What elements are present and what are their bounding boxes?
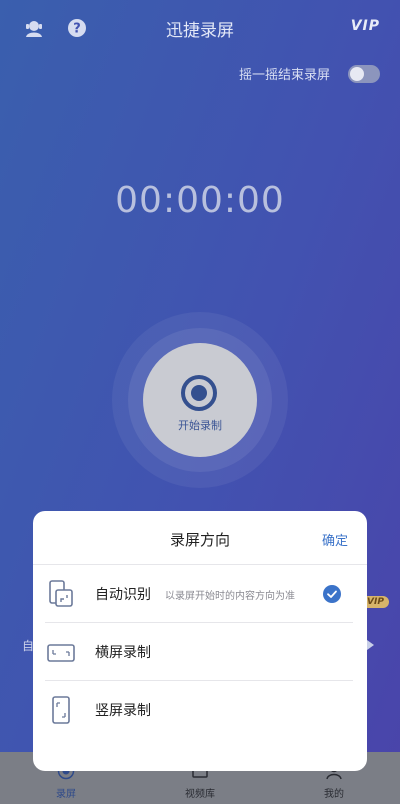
toggle-knob: [350, 66, 364, 81]
chevron-right-icon: [367, 640, 374, 650]
option-label: 横屏录制: [95, 645, 151, 661]
landscape-icon: [47, 637, 75, 667]
option-portrait[interactable]: 竖屏录制: [33, 681, 367, 739]
nav-label-profile: 我的: [324, 789, 344, 800]
vip-button[interactable]: VIP: [351, 18, 380, 34]
nav-label-video-library: 视频库: [185, 789, 215, 800]
option-label: 自动识别: [95, 587, 151, 603]
check-icon: [323, 585, 341, 603]
start-record-label: 开始录制: [178, 419, 222, 432]
option-label: 竖屏录制: [95, 703, 151, 719]
top-bar: ? 迅捷录屏 VIP: [0, 0, 400, 56]
option-auto-detect[interactable]: 自动识别 以录屏开始时的内容方向为准: [33, 565, 367, 623]
confirm-button[interactable]: 确定: [322, 530, 348, 549]
option-description: 以录屏开始时的内容方向为准: [165, 591, 295, 602]
record-icon: [181, 375, 217, 411]
app-title: 迅捷录屏: [166, 21, 234, 41]
nav-label-record: 录屏: [56, 789, 76, 800]
shake-to-stop-label: 摇一摇结束录屏: [238, 68, 330, 83]
sheet-title: 录屏方向: [169, 531, 230, 549]
shake-to-stop-row: 摇一摇结束录屏: [239, 64, 380, 83]
portrait-icon: [47, 695, 75, 725]
recording-timer: 00:00:00: [115, 180, 285, 221]
start-record-button[interactable]: 开始录制: [143, 343, 257, 457]
shake-to-stop-toggle[interactable]: [348, 64, 380, 83]
orientation-sheet: 录屏方向 确定 自动识别 以录屏开始时的内容方向为准 横屏录制 竖屏录制: [33, 511, 367, 771]
option-landscape[interactable]: 横屏录制: [33, 623, 367, 681]
record-icon-dot: [191, 385, 207, 401]
auto-rotate-icon: [47, 579, 75, 609]
